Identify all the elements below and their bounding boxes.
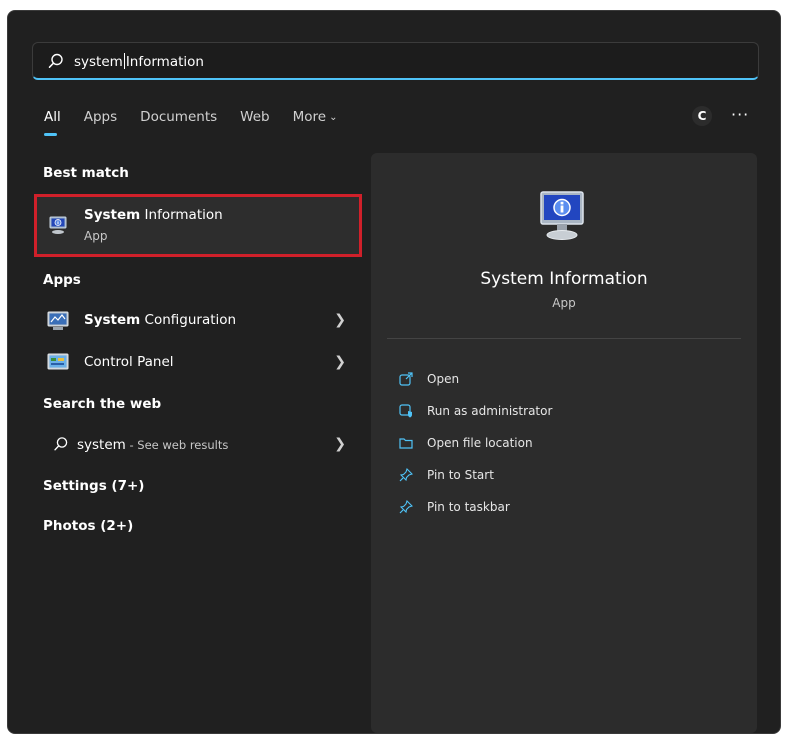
app-result-system-configuration[interactable]: System Configuration ❯	[34, 302, 362, 340]
chevron-right-icon[interactable]: ❯	[334, 354, 346, 370]
search-suggested-text: Information	[125, 54, 204, 70]
text-caret	[123, 53, 125, 69]
apps-heading: Apps	[43, 272, 81, 288]
pin-icon	[399, 468, 413, 482]
web-result-suffix: - See web results	[125, 438, 229, 452]
web-result-label: system - See web results	[77, 437, 228, 453]
tab-web[interactable]: Web	[240, 109, 269, 131]
system-configuration-icon	[47, 311, 69, 330]
app-result-label-rest: Configuration	[140, 312, 237, 328]
action-label: Run as administrator	[427, 404, 553, 418]
web-query: system	[77, 437, 126, 453]
open-icon	[399, 372, 413, 386]
pin-icon	[399, 500, 413, 514]
search-query-text: system Information	[74, 53, 204, 70]
best-match-heading: Best match	[43, 165, 129, 181]
action-open[interactable]: Open	[399, 369, 459, 389]
best-match-result-system-information[interactable]: System Information App	[34, 194, 362, 257]
filter-tabs: All Apps Documents Web More ⌄	[44, 109, 360, 136]
photos-category[interactable]: Photos (2+)	[43, 518, 133, 534]
app-result-label: Control Panel	[84, 354, 174, 370]
more-options-icon[interactable]: ···	[731, 105, 749, 124]
tab-documents[interactable]: Documents	[140, 109, 217, 131]
admin-shield-icon	[399, 404, 412, 418]
settings-category[interactable]: Settings (7+)	[43, 478, 144, 494]
action-label: Pin to taskbar	[427, 500, 510, 514]
start-search-panel: system Information All Apps Documents Web…	[7, 10, 781, 734]
web-search-result[interactable]: system - See web results ❯	[34, 426, 362, 464]
tab-apps[interactable]: Apps	[84, 109, 117, 131]
system-information-large-icon	[540, 191, 584, 240]
system-information-icon	[49, 216, 67, 234]
action-run-as-administrator[interactable]: Run as administrator	[399, 401, 552, 421]
preview-divider	[387, 338, 741, 339]
chevron-down-icon: ⌄	[329, 112, 338, 123]
preview-subtitle: App	[552, 296, 576, 310]
tab-more-label: More	[292, 109, 327, 125]
tab-all[interactable]: All	[44, 109, 61, 136]
search-typed-text: system	[74, 54, 123, 70]
chevron-right-icon[interactable]: ❯	[334, 312, 346, 328]
action-label: Open	[427, 372, 460, 386]
app-result-label: System Configuration	[84, 312, 236, 328]
control-panel-icon	[47, 353, 69, 370]
search-input[interactable]: system Information	[32, 42, 759, 80]
search-icon	[54, 437, 68, 451]
chevron-right-icon[interactable]: ❯	[334, 436, 346, 452]
search-icon	[48, 53, 63, 68]
action-pin-to-start[interactable]: Pin to Start	[399, 465, 494, 485]
app-result-control-panel[interactable]: Control Panel ❯	[34, 344, 362, 382]
preview-pane: System Information App Open Run as admin…	[371, 153, 757, 733]
action-pin-to-taskbar[interactable]: Pin to taskbar	[399, 497, 510, 517]
result-title: System Information	[84, 207, 223, 223]
preview-title: System Information	[480, 269, 648, 289]
folder-icon	[399, 438, 413, 449]
action-label: Pin to Start	[427, 468, 494, 482]
result-title-bold: System	[84, 207, 141, 223]
search-web-heading: Search the web	[43, 396, 162, 412]
action-label: Open file location	[427, 436, 533, 450]
app-result-label-bold: System	[84, 312, 141, 328]
account-avatar[interactable]: C	[692, 106, 712, 126]
result-title-rest: Information	[140, 207, 223, 223]
action-open-file-location[interactable]: Open file location	[399, 433, 533, 453]
result-subtitle: App	[84, 229, 108, 243]
tab-more[interactable]: More ⌄	[293, 109, 338, 131]
